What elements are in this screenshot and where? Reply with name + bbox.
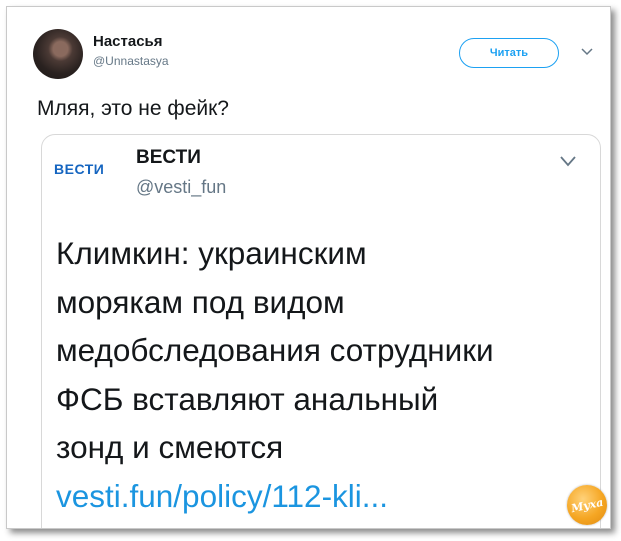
quoted-author-name[interactable]: ВЕСТИ (136, 147, 201, 169)
quoted-tweet-text: Климкин: украинским морякам под видом ме… (56, 229, 596, 520)
author-name[interactable]: Настасья (93, 33, 163, 50)
quoted-tweet-card[interactable]: ВЕСТИ ВЕСТИ @vesti_fun Климкин: украинск… (41, 134, 601, 528)
quoted-text-line: медобследования сотрудники (56, 332, 494, 368)
quoted-text-line: зонд и смеются (56, 429, 284, 465)
chevron-down-icon[interactable] (558, 153, 578, 169)
chevron-down-icon[interactable] (579, 43, 595, 59)
follow-button[interactable]: Читать (459, 38, 559, 68)
quoted-text-line: ФСБ вставляют анальный (56, 380, 439, 417)
author-handle[interactable]: @Unnastasya (93, 54, 169, 68)
avatar[interactable] (33, 29, 83, 79)
tweet-text: Мляя, это не фейк? (37, 97, 229, 120)
vesti-logo: ВЕСТИ (54, 161, 105, 177)
quoted-tweet-link[interactable]: vesti.fun/policy/112-kli... (56, 472, 596, 521)
watermark-logo: Муха (567, 485, 607, 525)
watermark-text: Муха (569, 495, 605, 515)
tweet-frame: Настасья @Unnastasya Читать Мляя, это не… (6, 6, 611, 529)
quoted-author-handle[interactable]: @vesti_fun (136, 177, 226, 198)
quoted-text-line: морякам под видом (56, 283, 345, 320)
quoted-text-line: Климкин: украинским (56, 235, 367, 271)
